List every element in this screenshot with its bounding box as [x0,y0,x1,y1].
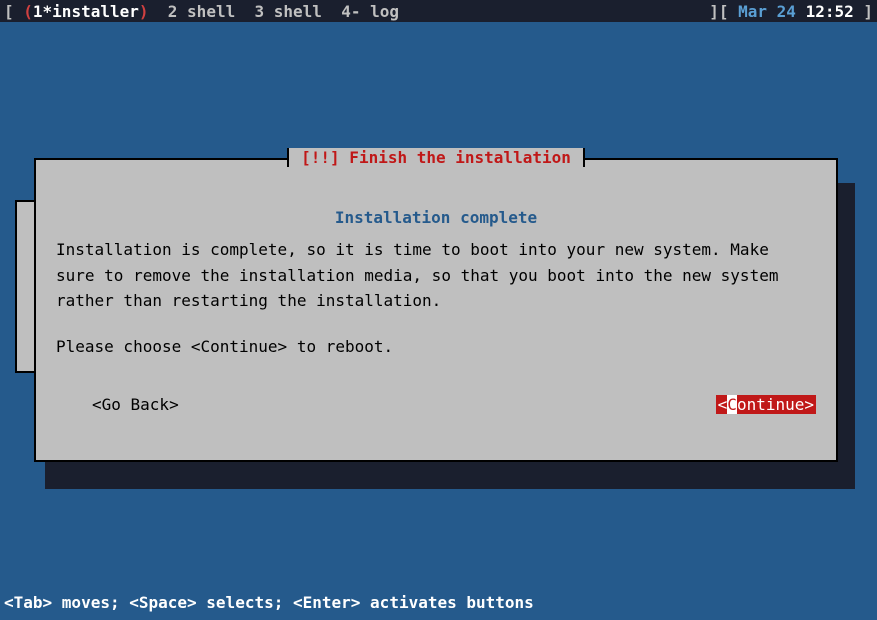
tab-log[interactable]: 4- log [322,2,399,21]
continue-rest: ontinue> [737,395,814,414]
status-bar: [ ( 1*installer ) 2 shell 3 shell 4- log… [0,0,877,22]
status-left: [ ( 1*installer ) 2 shell 3 shell 4- log [4,2,399,21]
clock-time: 12:52 [796,2,854,21]
continue-bracket-open: < [718,395,728,414]
continue-hotkey: C [727,395,737,414]
dialog-subtitle: Installation complete [36,208,836,227]
dialog-title: [!!] Finish the installation [295,148,577,167]
dialog-body-2: Please choose <Continue> to reboot. [36,334,836,360]
tab-installer[interactable]: 1*installer [33,2,139,21]
continue-button[interactable]: <Continue> [716,395,816,414]
status-right: ][ Mar 24 12:52 ] [709,2,873,21]
dialog-title-box: [!!] Finish the installation [287,148,585,167]
clock-date: Mar 24 [738,2,796,21]
tab-shell-2[interactable]: 2 shell [149,2,236,21]
help-bar: <Tab> moves; <Space> selects; <Enter> ac… [0,589,877,620]
bracket-open: [ [4,2,23,21]
go-back-button[interactable]: <Go Back> [92,395,179,414]
dialog-title-wrap: [!!] Finish the installation [36,148,836,167]
dialog: [!!] Finish the installation Installatio… [34,158,838,462]
paren-open: ( [23,2,33,21]
tab-shell-3[interactable]: 3 shell [235,2,322,21]
button-row: <Go Back> <Continue> [36,395,836,414]
bracket-mid: ][ [709,2,738,21]
bracket-end: ] [854,2,873,21]
paren-close: ) [139,2,149,21]
dialog-body-1: Installation is complete, so it is time … [36,237,836,314]
